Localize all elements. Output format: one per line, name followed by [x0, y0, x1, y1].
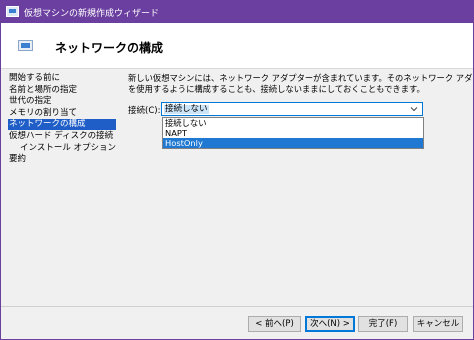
step-name-and-location[interactable]: 名前と場所の指定 [8, 85, 116, 96]
step-generation[interactable]: 世代の指定 [8, 96, 116, 107]
chevron-down-icon [410, 107, 418, 112]
next-button[interactable]: 次へ(N) > [305, 316, 355, 332]
option-hostonly[interactable]: HostOnly [163, 138, 423, 148]
wizard-steps-nav: 開始する前に 名前と場所の指定 世代の指定 メモリの割り当て ネットワークの構成… [8, 73, 116, 166]
step-installation-options[interactable]: インストール オプション [8, 143, 116, 154]
window-title: 仮想マシンの新規作成ウィザード [24, 9, 160, 19]
page-title: ネットワークの構成 [55, 41, 164, 55]
connection-label: 接続(C): [128, 106, 161, 116]
page-header: ネットワークの構成 [1, 23, 473, 69]
network-monitor-icon [18, 40, 33, 51]
wizard-window: 仮想マシンの新規作成ウィザード ネットワークの構成 開始する前に 名前と場所の指… [0, 0, 474, 340]
step-memory[interactable]: メモリの割り当て [8, 108, 116, 119]
back-button[interactable]: < 前へ(P) [248, 316, 301, 332]
step-virtual-hard-disk[interactable]: 仮想ハード ディスクの接続 [8, 131, 116, 142]
description-line-1: 新しい仮想マシンには、ネットワーク アダプターが含まれています。そのネットワーク… [128, 73, 473, 83]
connection-selected-value: 接続しない [164, 104, 209, 114]
description-line-2: を使用するように構成することも、接続しないままにしておくこともできます。 [128, 84, 425, 94]
connection-row: 接続(C): 接続しない [128, 102, 458, 116]
connection-select[interactable]: 接続しない [161, 102, 423, 116]
finish-button[interactable]: 完了(F) [358, 316, 408, 332]
step-networking[interactable]: ネットワークの構成 [8, 119, 116, 131]
option-napt[interactable]: NAPT [163, 128, 423, 138]
hyper-v-app-icon [6, 6, 19, 17]
step-before-you-begin[interactable]: 開始する前に [8, 73, 116, 84]
step-summary[interactable]: 要約 [8, 154, 116, 165]
main-content: 新しい仮想マシンには、ネットワーク アダプターが含まれています。そのネットワーク… [128, 73, 473, 149]
cancel-button[interactable]: キャンセル [413, 316, 463, 332]
title-bar[interactable]: 仮想マシンの新規作成ウィザード [1, 1, 473, 23]
button-bar: < 前へ(P) 次へ(N) > 完了(F) キャンセル [1, 306, 473, 339]
option-not-connected[interactable]: 接続しない [163, 118, 423, 128]
connection-dropdown-list: 接続しない NAPT HostOnly [162, 117, 424, 149]
